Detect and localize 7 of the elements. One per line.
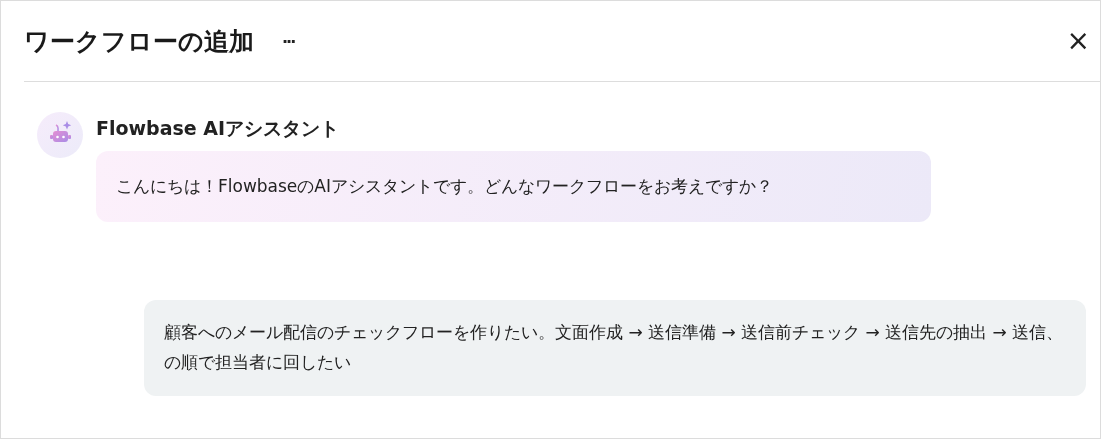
robot-avatar-icon <box>37 112 83 158</box>
more-button[interactable]: ··· <box>282 31 295 51</box>
user-message: 顧客へのメール配信のチェックフローを作りたい。文面作成 → 送信準備 → 送信前チェック → 送信先の抽出 → 送信、の順で担当者に回したい <box>144 300 1086 396</box>
sender-name: Flowbase AIアシスタント <box>96 116 341 141</box>
window-title: ワークフローの追加 <box>24 25 254 58</box>
assistant-message: こんにちは！FlowbaseのAIアシスタントです。どんなワークフローをお考えですか？ <box>96 151 931 222</box>
close-button[interactable]: × <box>1066 27 1090 55</box>
